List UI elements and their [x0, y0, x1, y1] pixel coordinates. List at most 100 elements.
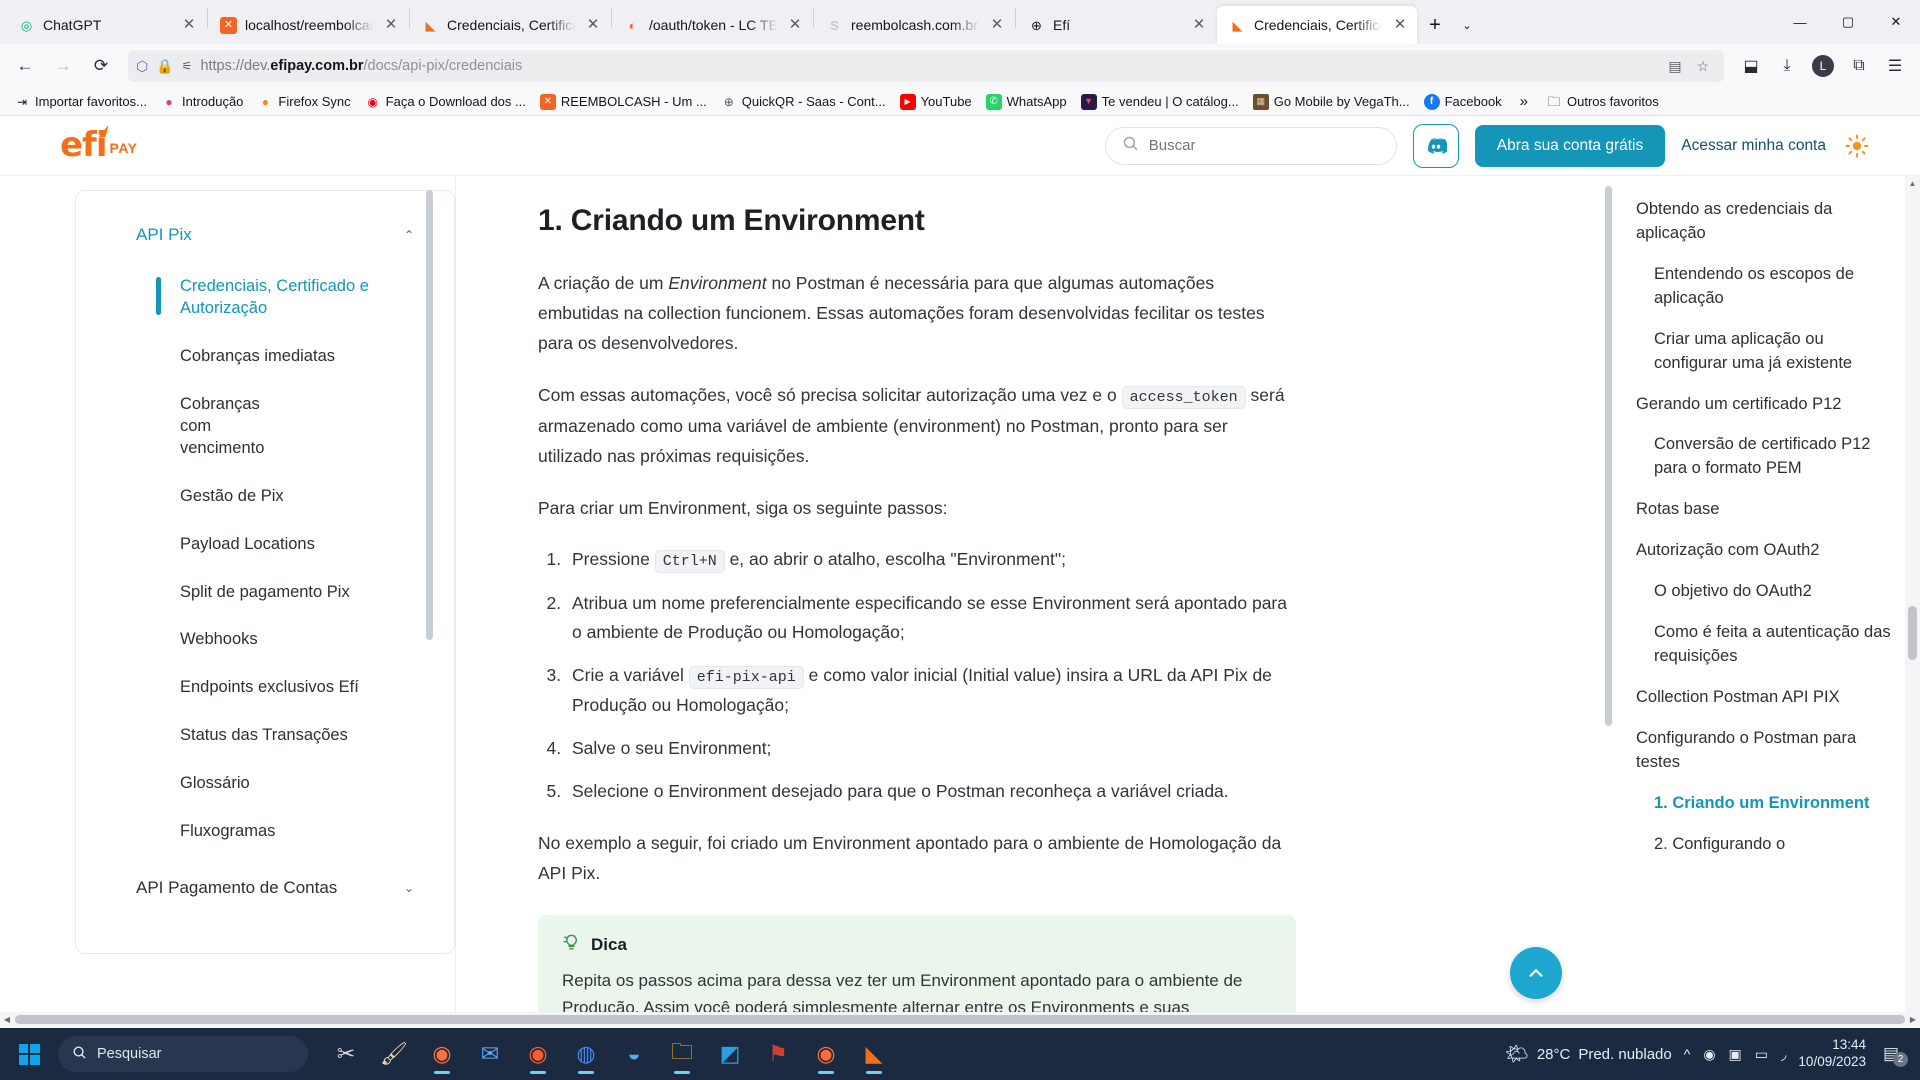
bookmark-item-10[interactable]: f Facebook — [1418, 91, 1508, 113]
sidebar-item-status-das-transacoes[interactable]: Status das Transações — [76, 712, 454, 760]
other-bookmarks-folder[interactable]: 🗀 Outros favoritos — [1540, 91, 1665, 113]
close-tab-icon[interactable]: ✕ — [584, 16, 602, 34]
downloads-icon[interactable]: ⤓ — [1770, 49, 1804, 83]
sidebar-item-glossario[interactable]: Glossário — [76, 760, 454, 808]
chevron-down-icon[interactable]: ⌄ — [404, 881, 414, 895]
efipay-logo[interactable]: efi PAY — [60, 128, 180, 162]
scroll-right-arrow-icon[interactable]: ▶ — [1906, 1015, 1920, 1024]
taskbar-search[interactable]: Pesquisar — [58, 1036, 308, 1072]
browser-tab-5[interactable]: ⊕ Efí ✕ — [1016, 6, 1216, 44]
bookmarks-overflow-chevron[interactable]: » — [1510, 90, 1538, 113]
toc-item-12[interactable]: 2. Configurando o — [1636, 833, 1894, 857]
sidebar-scroll-thumb[interactable] — [426, 190, 433, 640]
bookmark-item-4[interactable]: ✕ REEMBOLCASH - Um ... — [534, 91, 713, 113]
bookmark-item-5[interactable]: ⊕ QuickQR - Saas - Cont... — [715, 91, 892, 113]
wifi-icon[interactable]: ◞ — [1781, 1046, 1786, 1063]
lock-icon[interactable]: 🔒 — [156, 58, 173, 75]
close-window-button[interactable]: ✕ — [1872, 0, 1920, 44]
scroll-up-arrow-icon[interactable]: ▲ — [1905, 176, 1920, 190]
sidebar-item-fluxogramas[interactable]: Fluxogramas — [76, 808, 454, 856]
bookmark-item-6[interactable]: ▶ YouTube — [894, 91, 978, 113]
page-scroll-thumb[interactable] — [1908, 606, 1917, 660]
clock-widget[interactable]: 13:44 10/09/2023 — [1798, 1037, 1866, 1071]
toc-item-1[interactable]: Entendendo os escopos de aplicação — [1636, 263, 1894, 311]
back-button[interactable]: ← — [8, 49, 42, 83]
account-avatar[interactable]: L — [1806, 49, 1840, 83]
record-icon[interactable]: ◉ — [1703, 1046, 1715, 1063]
pocket-icon[interactable]: ⬓ — [1734, 49, 1768, 83]
extensions-icon[interactable]: ⧉ — [1842, 49, 1876, 83]
bookmark-item-2[interactable]: ● Firefox Sync — [251, 91, 356, 113]
minimize-button[interactable]: — — [1776, 0, 1824, 44]
browser-tab-0[interactable]: ◎ ChatGPT ✕ — [6, 6, 206, 44]
login-link[interactable]: Acessar minha conta — [1681, 137, 1826, 155]
reader-mode-icon[interactable]: ▤ — [1662, 53, 1688, 79]
signup-button[interactable]: Abra sua conta grátis — [1474, 124, 1666, 167]
page-vertical-scrollbar[interactable]: ▲ ▼ — [1905, 176, 1920, 1027]
search-input[interactable] — [1148, 137, 1380, 154]
close-tab-icon[interactable]: ✕ — [382, 16, 400, 34]
chevron-up-icon[interactable]: ⌃ — [404, 228, 414, 242]
toc-item-9[interactable]: Collection Postman API PIX — [1636, 686, 1894, 710]
toc-item-7[interactable]: O objetivo do OAuth2 — [1636, 580, 1894, 604]
address-bar[interactable]: ⬡ 🔒 ⚟ https://dev.efipay.com.br/docs/api… — [128, 50, 1724, 82]
bookmark-item-8[interactable]: ▼ Te vendeu | O catálog... — [1075, 91, 1245, 113]
sidebar-item-cobrancas-imediatas[interactable]: Cobranças imediatas — [76, 333, 454, 381]
sidebar-scrollbar[interactable] — [426, 190, 433, 954]
toc-item-11-active[interactable]: 1. Criando um Environment — [1636, 792, 1894, 816]
start-button[interactable] — [6, 1031, 52, 1077]
app-menu-icon[interactable]: ☰ — [1878, 49, 1912, 83]
forward-button[interactable]: → — [46, 49, 80, 83]
new-tab-button[interactable]: + — [1418, 8, 1452, 42]
scroll-to-top-button[interactable] — [1510, 947, 1562, 999]
toc-item-4[interactable]: Conversão de certificado P12 para o form… — [1636, 433, 1894, 481]
close-tab-icon[interactable]: ✕ — [1391, 16, 1409, 34]
efi-app-icon[interactable]: ◣ — [852, 1032, 896, 1076]
hscroll-thumb[interactable] — [15, 1015, 1905, 1024]
discord-button[interactable] — [1412, 123, 1459, 168]
browser-tab-1[interactable]: ✕ localhost/reembolcash/ ✕ — [208, 6, 408, 44]
toc-item-0[interactable]: Obtendo as credenciais da aplicação — [1636, 198, 1894, 246]
sidebar-item-credenciais[interactable]: Credenciais, Certificado e Autorização — [76, 263, 454, 333]
sidebar-item-webhooks[interactable]: Webhooks — [76, 616, 454, 664]
filezilla-icon[interactable]: ⚑ — [756, 1032, 800, 1076]
sidebar-item-gestao-de-pix[interactable]: Gestão de Pix — [76, 473, 454, 521]
shield-icon[interactable]: ⬡ — [136, 58, 148, 75]
paint-icon[interactable]: 🖌 — [372, 1032, 416, 1076]
close-tab-icon[interactable]: ✕ — [786, 16, 804, 34]
browser-tab-2[interactable]: ◣ Credenciais, Certificado ✕ — [410, 6, 610, 44]
scroll-left-arrow-icon[interactable]: ◀ — [0, 1015, 14, 1024]
file-explorer-icon[interactable]: 🗀 — [660, 1032, 704, 1076]
bookmark-star-icon[interactable]: ☆ — [1690, 53, 1716, 79]
bookmark-item-7[interactable]: ✆ WhatsApp — [980, 91, 1073, 113]
edge-icon[interactable]: ◒ — [612, 1032, 656, 1076]
camera-icon[interactable]: ▣ — [1729, 1046, 1742, 1063]
bookmark-item-9[interactable]: ▦ Go Mobile by VegaTh... — [1247, 91, 1416, 113]
reload-button[interactable]: ⟳ — [84, 49, 118, 83]
site-search[interactable] — [1104, 126, 1397, 165]
snip-tool-icon[interactable]: ✂ — [324, 1032, 368, 1076]
toc-item-5[interactable]: Rotas base — [1636, 498, 1894, 522]
sidebar-group-api-pagamento[interactable]: API Pagamento de Contas ⌄ — [76, 870, 454, 906]
sidebar-item-payload-locations[interactable]: Payload Locations — [76, 521, 454, 569]
vscode-icon[interactable]: ◩ — [708, 1032, 752, 1076]
browser-tab-3[interactable]: ◐ /oauth/token - LC TECH ✕ — [612, 6, 812, 44]
bookmark-item-3[interactable]: ◉ Faça o Download dos ... — [359, 91, 532, 113]
close-tab-icon[interactable]: ✕ — [180, 16, 198, 34]
chrome-icon[interactable]: ◍ — [564, 1032, 608, 1076]
mail-icon[interactable]: ✉ — [468, 1032, 512, 1076]
close-tab-icon[interactable]: ✕ — [1190, 16, 1208, 34]
close-tab-icon[interactable]: ✕ — [988, 16, 1006, 34]
content-scroll-thumb[interactable] — [1605, 186, 1612, 726]
sidebar-item-endpoints-exclusivos-efi[interactable]: Endpoints exclusivos Efí — [76, 664, 454, 712]
firefox-dev-icon[interactable]: ◉ — [516, 1032, 560, 1076]
sun-icon[interactable] — [1842, 131, 1872, 161]
battery-icon[interactable]: ▭ — [1755, 1046, 1768, 1063]
postman-icon[interactable]: ◉ — [804, 1032, 848, 1076]
sidebar-group-api-pix[interactable]: API Pix ⌃ — [76, 217, 454, 253]
weather-widget[interactable]: 🌤 28°C Pred. nublado — [1505, 1042, 1672, 1066]
browser-tab-4[interactable]: S reembolcash.com.br/int ✕ — [814, 6, 1014, 44]
list-all-tabs-icon[interactable]: ⌄ — [1452, 8, 1482, 42]
toc-item-2[interactable]: Criar uma aplicação ou configurar uma já… — [1636, 328, 1894, 376]
notification-center-button[interactable]: ▤ 2 — [1878, 1044, 1908, 1067]
